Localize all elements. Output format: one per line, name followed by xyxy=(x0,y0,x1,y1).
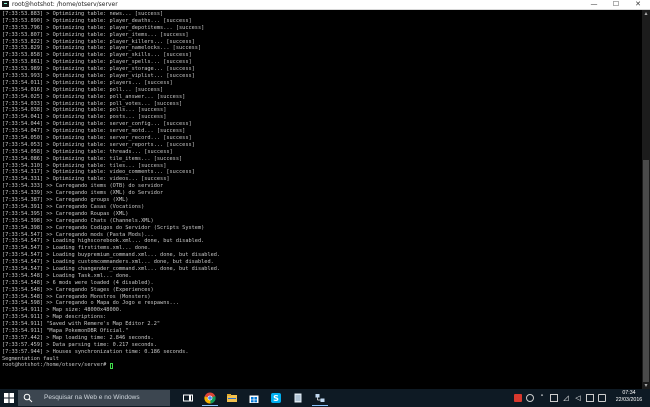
shell-prompt: root@hotshot:/home/otserv/server# xyxy=(2,362,110,369)
task-view-icon xyxy=(183,394,193,402)
terminal-line: [7:33:54.025] > Optimizing table: poll_a… xyxy=(2,93,186,100)
terminal-line: [7:33:54.050] > Optimizing table: server… xyxy=(2,135,192,142)
terminal-line: [7:33:54.044] > Optimizing table: server… xyxy=(2,121,192,128)
vertical-scrollbar[interactable]: ▴ ▾ xyxy=(642,10,650,390)
start-button[interactable] xyxy=(2,391,16,405)
terminal-line: [7:33:54.548] >> Carregando Monstros (Mo… xyxy=(2,293,151,300)
terminal-line: [7:33:54.911] "Saved with Remere's Map E… xyxy=(2,321,161,328)
terminal-line: [7:33:54.398] >> Carregando Chats (Chann… xyxy=(2,217,154,224)
terminal-line: [7:33:54.331] > Optimizing table: videos… xyxy=(2,176,170,183)
antivirus-icon[interactable] xyxy=(514,394,522,402)
terminal-line: [7:33:54.041] > Optimizing table: posts.… xyxy=(2,114,167,121)
terminal-line: [7:33:54.016] > Optimizing table: poll..… xyxy=(2,86,164,93)
chevron-up-icon[interactable]: ˄ xyxy=(538,394,546,402)
maximize-button[interactable]: ☐ xyxy=(606,0,626,9)
network-icon[interactable]: ◿ xyxy=(562,394,570,402)
terminal-line: [7:33:53.890] > Optimizing table: player… xyxy=(2,17,192,24)
terminal-line: [7:33:57.442] > Map loading time: 2.846 … xyxy=(2,334,154,341)
taskbar: Pesquisar na Web e no Windows S ˄ ◿ ◁ 07… xyxy=(0,389,650,407)
terminal-line: [7:33:54.547] > Loading changender_comma… xyxy=(2,265,221,272)
taskbar-store[interactable] xyxy=(244,390,264,406)
terminal-output[interactable]: [7:33:53.883] > Optimizing table: news..… xyxy=(0,10,642,390)
windows-logo-icon xyxy=(4,393,14,403)
terminal-line: [7:33:54.547] > Loading customcommanders… xyxy=(2,259,214,266)
terminal-line: [7:33:54.548] >> Carregando Stages (Expe… xyxy=(2,286,154,293)
terminal-line: [7:33:54.547] >> Carregando mods (Pasta … xyxy=(2,231,154,238)
terminal-line: [7:33:53.829] > Optimizing table: player… xyxy=(2,45,202,52)
folder-icon xyxy=(227,394,237,402)
title-bar: root@hotshot: /home/otserv/server — ☐ ✕ xyxy=(0,0,650,10)
system-tray: ˄ ◿ ◁ xyxy=(508,389,608,407)
search-icon xyxy=(23,393,33,403)
svg-text:S: S xyxy=(273,394,279,403)
terminal-line: [7:33:54.317] > Optimizing table: video_… xyxy=(2,169,195,176)
terminal-line: [7:33:54.548] > Loading Task.xml... done… xyxy=(2,272,132,279)
terminal-icon xyxy=(2,1,9,7)
battery-icon[interactable] xyxy=(550,394,558,402)
terminal-line: [7:33:54.387] >> Carregando groups (XML) xyxy=(2,197,129,204)
people-icon[interactable] xyxy=(526,394,534,402)
terminal-line: [7:33:54.547] > Loading highscorebook.xm… xyxy=(2,238,205,245)
scroll-thumb[interactable] xyxy=(643,160,649,382)
network-terminal-icon xyxy=(315,394,325,402)
task-view-button[interactable] xyxy=(178,390,198,406)
taskbar-notepad[interactable] xyxy=(288,390,308,406)
terminal-line: [7:33:53.989] > Optimizing table: player… xyxy=(2,66,195,73)
terminal-line: [7:33:54.033] > Optimizing table: poll_v… xyxy=(2,100,183,107)
store-icon xyxy=(249,395,259,403)
notifications-icon[interactable] xyxy=(598,394,606,402)
terminal-line: [7:33:54.911] "Mapa PokemonDBR Oficial." xyxy=(2,327,129,334)
text-cursor xyxy=(110,362,114,369)
terminal-line: [7:33:54.395] >> Carregando Roupas (XML) xyxy=(2,210,129,217)
clock[interactable]: 07:34 22/03/2016 xyxy=(610,390,648,406)
terminal-line: [7:33:53.807] > Optimizing table: player… xyxy=(2,31,189,38)
prompt-line[interactable]: root@hotshot:/home/otserv/server# xyxy=(2,362,220,369)
terminal-line: [7:33:53.796] > Optimizing table: player… xyxy=(2,24,205,31)
clock-time: 07:34 xyxy=(622,390,636,396)
terminal-line: [7:33:53.822] > Optimizing table: player… xyxy=(2,38,195,45)
terminal-line: [7:33:54.333] >> Carregando items (OTB) … xyxy=(2,183,164,190)
volume-icon[interactable]: ◁ xyxy=(574,394,582,402)
skype-icon: S xyxy=(271,393,281,403)
terminal-line: [7:33:54.047] > Optimizing table: server… xyxy=(2,128,186,135)
terminal-lines: [7:33:53.883] > Optimizing table: news..… xyxy=(2,11,220,369)
terminal-line: [7:33:54.011] > Optimizing table: player… xyxy=(2,79,173,86)
terminal-line: [7:33:54.911] > Map descriptions: xyxy=(2,314,107,321)
terminal-line: [7:33:54.086] > Optimizing table: tile_i… xyxy=(2,155,183,162)
terminal-line: [7:33:54.053] > Optimizing table: server… xyxy=(2,141,195,148)
terminal-line: [7:33:54.391] >> Carregando Casas (Vocat… xyxy=(2,203,145,210)
taskbar-file-explorer[interactable] xyxy=(222,390,242,406)
search-box[interactable]: Pesquisar na Web e no Windows xyxy=(18,390,170,406)
taskbar-chrome[interactable] xyxy=(200,390,220,406)
terminal-line: [7:33:54.058] > Optimizing table: thread… xyxy=(2,148,173,155)
terminal-line: [7:33:54.547] > Loading buypremium_comma… xyxy=(2,252,221,259)
terminal-line: [7:33:53.861] > Optimizing table: player… xyxy=(2,59,192,66)
scroll-up-arrow-icon[interactable]: ▴ xyxy=(642,10,650,18)
terminal-line: [7:33:54.548] > 6 mods were loaded (4 di… xyxy=(2,279,154,286)
taskbar-terminal[interactable] xyxy=(310,390,330,406)
terminal-line: [7:33:54.310] > Optimizing table: tiles.… xyxy=(2,162,167,169)
minimize-button[interactable]: — xyxy=(584,0,604,9)
terminal-line: [7:33:54.038] > Optimizing table: polls.… xyxy=(2,107,167,114)
terminal-line: [7:33:57.459] > Data parsing time: 0.217… xyxy=(2,341,157,348)
terminal-line: [7:33:54.598] >> Carregando o Mapa do Jo… xyxy=(2,300,180,307)
terminal-line: [7:33:53.883] > Optimizing table: news..… xyxy=(2,11,164,17)
keyboard-icon[interactable] xyxy=(586,394,594,402)
terminal-line: [7:33:54.911] > Map size: 48000x48000. xyxy=(2,307,123,314)
notepad-icon xyxy=(294,393,302,403)
chrome-icon xyxy=(204,392,216,404)
terminal-line: [7:33:54.339] >> Carregando items (XML) … xyxy=(2,190,164,197)
terminal-line: Segmentation fault xyxy=(2,355,59,362)
close-button[interactable]: ✕ xyxy=(628,0,648,9)
terminal-line: [7:33:54.547] > Loading firstitems.xml..… xyxy=(2,245,151,252)
terminal-line: [7:33:53.858] > Optimizing table: player… xyxy=(2,52,192,59)
clock-date: 22/03/2016 xyxy=(615,397,643,403)
terminal-line: [7:33:53.993] > Optimizing table: player… xyxy=(2,73,195,80)
terminal-line: [7:33:54.398] >> Carregando Codigos do S… xyxy=(2,224,205,231)
search-placeholder: Pesquisar na Web e no Windows xyxy=(44,394,140,401)
taskbar-skype[interactable]: S xyxy=(266,390,286,406)
window-title: root@hotshot: /home/otserv/server xyxy=(12,1,118,8)
terminal-line: [7:33:57.944] > Houses synchronization t… xyxy=(2,348,189,355)
